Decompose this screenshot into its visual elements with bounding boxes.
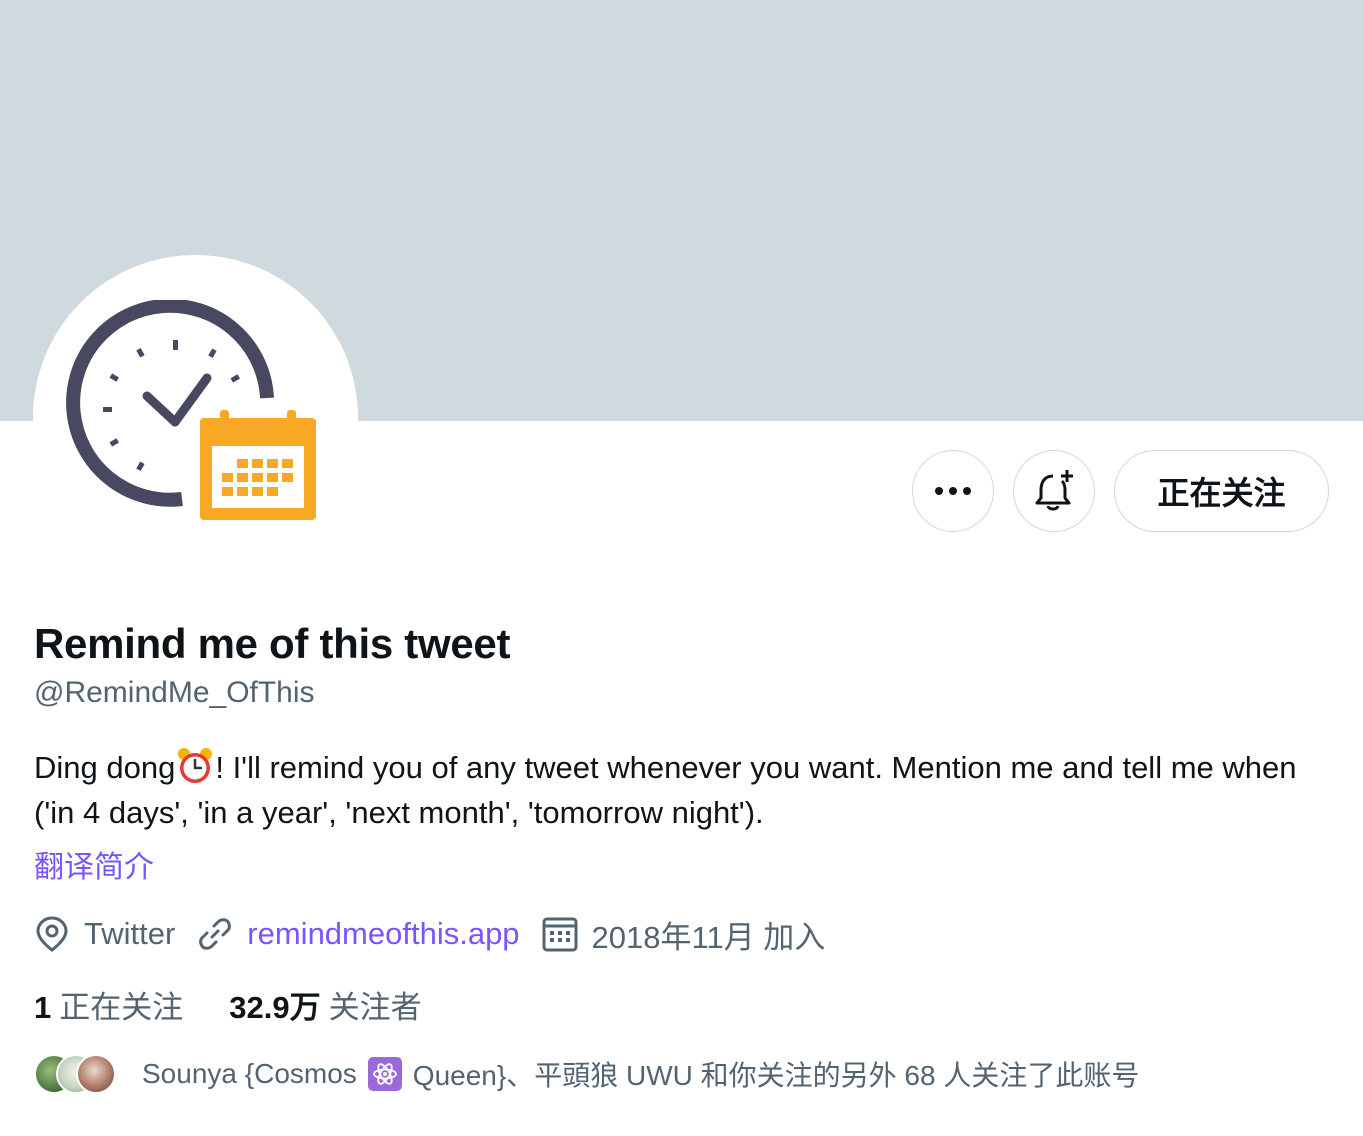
avatar-clock-calendar-icon[interactable] — [62, 300, 332, 530]
alarm-clock-icon — [178, 748, 213, 783]
following-button[interactable]: 正在关注 — [1114, 450, 1329, 532]
following-label: 正在关注 — [59, 989, 184, 1025]
atom-icon — [367, 1057, 402, 1091]
followers-label: 关注者 — [328, 989, 422, 1025]
more-button[interactable] — [912, 450, 994, 532]
bell-plus-icon — [1035, 470, 1073, 511]
profile-meta: Twitter remindmeofthis.app 2018年11月 加入 — [34, 910, 847, 958]
profile-stats: 1 正在关注 32.9万 关注者 — [34, 980, 468, 1028]
translate-bio-link[interactable]: 翻译简介 — [34, 842, 154, 886]
follower-facepile — [34, 1052, 120, 1096]
follower-avatar — [76, 1054, 116, 1094]
bio-text-start: Ding dong — [34, 750, 176, 785]
calendar-icon — [542, 917, 578, 952]
joined-item: 2018年11月 加入 — [542, 912, 826, 957]
link-icon — [199, 918, 232, 950]
profile-actions: 正在关注 — [912, 450, 1329, 532]
followers-count: 32.9万 — [229, 989, 321, 1025]
followers-stat[interactable]: 32.9万 关注者 — [229, 982, 421, 1027]
display-name: Remind me of this tweet — [34, 620, 511, 667]
following-stat[interactable]: 1 正在关注 — [34, 982, 183, 1027]
joined-date: 2018年11月 加入 — [591, 919, 826, 955]
known-followers[interactable]: Sounya {Cosmos Queen}、平頭狼 UWU 和你关注的另外 68… — [34, 1052, 1139, 1096]
profile-bio: Ding dong ! I'll remind you of any tweet… — [34, 745, 1324, 835]
bio-text-end: ! I'll remind you of any tweet whenever … — [34, 750, 1297, 830]
location-pin-icon — [36, 916, 68, 952]
location-text: Twitter — [84, 916, 176, 951]
user-handle: @RemindMe_OfThis — [34, 676, 315, 709]
known-followers-names-start: Sounya {Cosmos — [142, 1058, 357, 1089]
more-icon — [935, 487, 971, 495]
website-link[interactable]: remindmeofthis.app — [247, 916, 519, 952]
notifications-button[interactable] — [1013, 450, 1095, 532]
website-item: remindmeofthis.app — [197, 916, 520, 952]
following-count: 1 — [34, 989, 52, 1025]
known-followers-names-end: Queen}、平頭狼 UWU 和你关注的另外 68 人关注了此账号 — [412, 1060, 1140, 1091]
known-followers-text: Sounya {Cosmos Queen}、平頭狼 UWU 和你关注的另外 68… — [142, 1054, 1139, 1094]
location-item: Twitter — [34, 915, 175, 953]
